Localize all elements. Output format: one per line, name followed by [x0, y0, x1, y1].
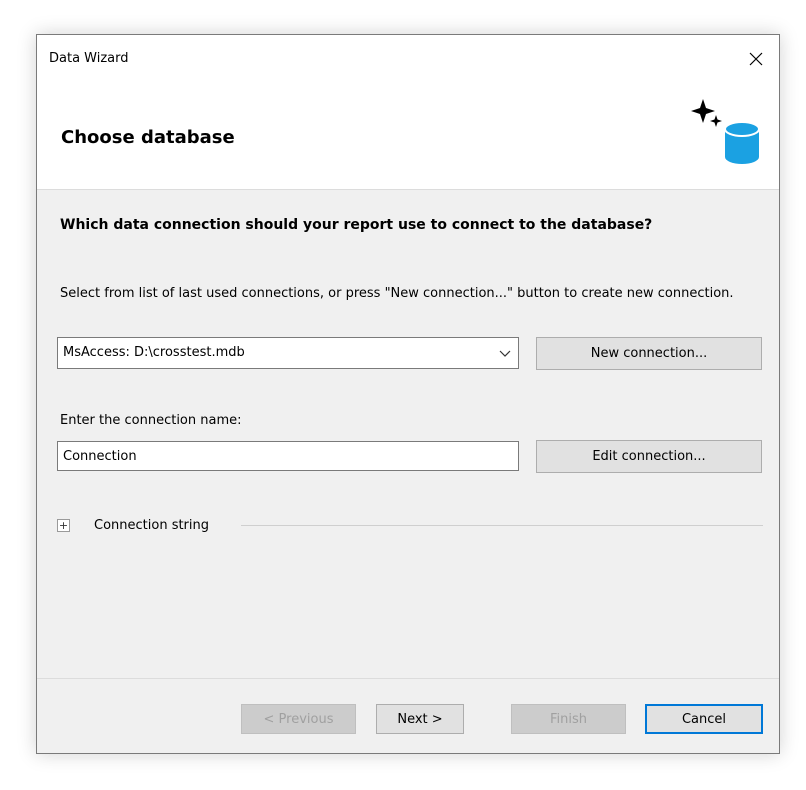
connection-select-value: MsAccess: D:\crosstest.mdb: [63, 345, 245, 360]
database-sparkle-icon: [691, 99, 760, 164]
cancel-button[interactable]: Cancel: [645, 704, 763, 734]
page-title: Choose database: [61, 127, 235, 148]
window-title: Data Wizard: [49, 51, 129, 66]
connection-select[interactable]: MsAccess: D:\crosstest.mdb: [57, 337, 519, 369]
chevron-down-icon: [499, 350, 511, 357]
wizard-header: Data Wizard Choose database: [37, 35, 779, 190]
connection-string-label: Connection string: [94, 518, 210, 533]
instructions-text: Select from list of last used connection…: [60, 286, 734, 301]
next-button[interactable]: Next >: [376, 704, 464, 734]
finish-button[interactable]: Finish: [511, 704, 626, 734]
close-button[interactable]: [733, 35, 779, 83]
new-connection-button[interactable]: New connection...: [536, 337, 762, 370]
close-icon: [749, 52, 763, 66]
connection-name-label: Enter the connection name:: [60, 413, 242, 428]
connection-name-input[interactable]: [57, 441, 519, 471]
edit-connection-button[interactable]: Edit connection...: [536, 440, 762, 473]
previous-button[interactable]: < Previous: [241, 704, 356, 734]
connection-string-expander[interactable]: + Connection string: [57, 518, 209, 533]
footer-divider: [37, 678, 779, 679]
question-heading: Which data connection should your report…: [60, 217, 653, 233]
expand-plus-icon[interactable]: +: [57, 519, 70, 532]
data-wizard-dialog: Data Wizard Choose database Which data c…: [36, 34, 780, 754]
expander-divider: [241, 525, 763, 526]
